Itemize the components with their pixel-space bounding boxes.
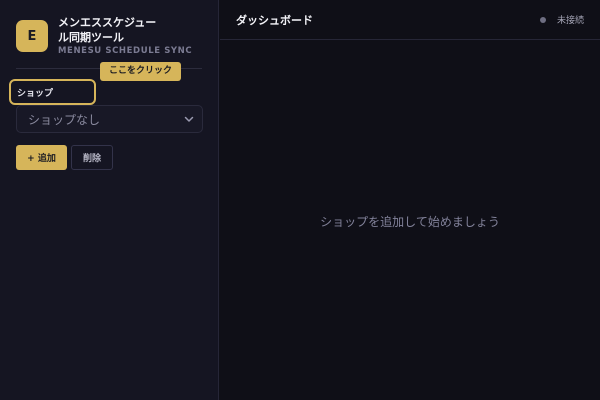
app-logo: E	[16, 20, 48, 52]
app-subtitle: MENESU SCHEDULE SYNC	[58, 46, 193, 56]
shop-label: ショップ	[9, 79, 96, 105]
delete-shop-button[interactable]: 削除	[71, 145, 113, 170]
status-text: 未接続	[556, 16, 584, 26]
shop-select-value: ショップなし	[28, 112, 101, 127]
chevron-down-icon	[184, 114, 194, 124]
brand: E メンエススケジュール同期ツール MENESU SCHEDULE SYNC	[16, 15, 192, 56]
click-here-tooltip: ここをクリック	[100, 62, 182, 81]
add-shop-button[interactable]: + 追加	[16, 145, 67, 170]
brand-text: メンエススケジュール同期ツール MENESU SCHEDULE SYNC	[58, 15, 192, 56]
page-title: ダッシュボード	[236, 13, 313, 27]
connection-status: 未接続	[539, 13, 584, 26]
status-dot-icon	[539, 16, 546, 23]
main-panel: ショップを追加して始めましょう	[220, 41, 600, 400]
shop-select[interactable]: ショップなし	[16, 105, 203, 133]
sidebar: E メンエススケジュール同期ツール MENESU SCHEDULE SYNC こ…	[0, 0, 219, 400]
empty-state-message: ショップを追加して始めましょう	[320, 215, 500, 229]
app-title: メンエススケジュール同期ツール	[58, 16, 157, 44]
top-header: ダッシュボード 未接続	[220, 0, 600, 40]
